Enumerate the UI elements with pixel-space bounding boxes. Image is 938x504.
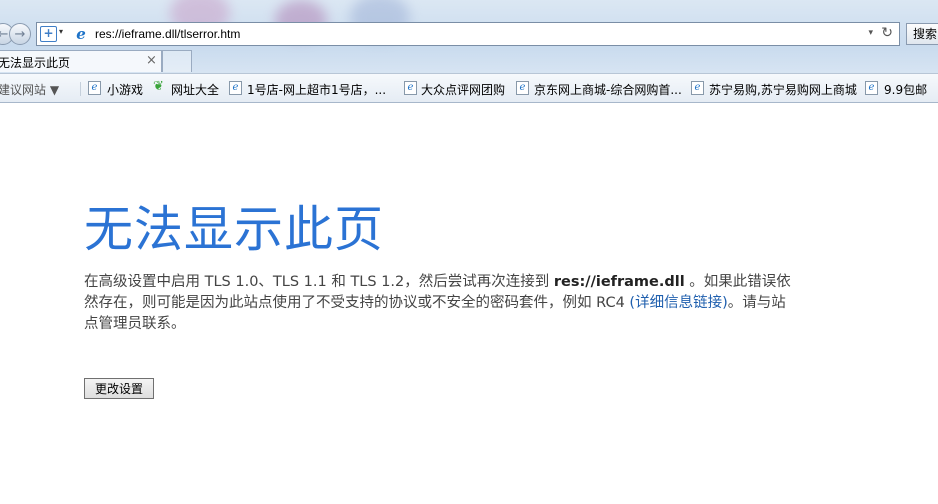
ie-page-icon: e xyxy=(404,81,417,95)
tab-close-icon[interactable]: × xyxy=(146,53,157,68)
forward-arrow-icon: → xyxy=(14,26,26,42)
new-tab-button[interactable] xyxy=(162,50,192,72)
favorites-item-99-free-shipping[interactable]: 9.9包邮 xyxy=(884,81,927,98)
favorites-item-suning[interactable]: 苏宁易购,苏宁易购网上商城 xyxy=(709,81,857,98)
favorites-item-suggested-sites[interactable]: 建议网站 ▼ xyxy=(0,81,59,98)
ie-page-icon: e xyxy=(516,81,529,95)
ie-logo-icon: e xyxy=(76,25,86,43)
back-arrow-icon: ← xyxy=(0,26,9,42)
favorites-item-yhd[interactable]: 1号店-网上超市1号店，... xyxy=(247,81,386,98)
error-title: 无法显示此页 xyxy=(84,201,385,258)
address-history-chevron-icon[interactable]: ▾ xyxy=(868,28,873,38)
error-text-part1: 在高级设置中启用 TLS 1.0、TLS 1.1 和 TLS 1.2，然后尝试再… xyxy=(84,274,554,290)
ie-page-icon: e xyxy=(691,81,704,95)
tab-active[interactable]: 无法显示此页 × xyxy=(0,50,162,72)
address-bar[interactable]: + ▾ e res://ieframe.dll/tlserror.htm ▾ ↻ xyxy=(36,22,900,46)
address-url[interactable]: res://ieframe.dll/tlserror.htm xyxy=(95,27,240,41)
ie-page-icon: e xyxy=(865,81,878,95)
favorites-item-jd[interactable]: 京东网上商城-综合网购首... xyxy=(534,81,682,98)
refresh-icon[interactable]: ↻ xyxy=(881,25,893,41)
favorites-item-url-directory[interactable]: 网址大全 xyxy=(171,81,219,98)
tab-title: 无法显示此页 xyxy=(0,56,71,70)
search-button[interactable]: 搜索 xyxy=(906,23,938,45)
favorites-bar: 建议网站 ▼ e 小游戏 ❦ 网址大全 e 1号店-网上超市1号店，... e … xyxy=(0,73,938,103)
add-favorite-icon[interactable]: + xyxy=(40,26,57,42)
ie-page-icon: e xyxy=(88,81,101,95)
change-settings-button[interactable]: 更改设置 xyxy=(84,378,154,399)
favorites-item-dianping[interactable]: 大众点评网团购 xyxy=(421,81,505,98)
details-link[interactable]: (详细信息链接) xyxy=(629,295,727,311)
ie-page-icon: e xyxy=(229,81,242,95)
green-leaf-icon: ❦ xyxy=(153,79,164,94)
forward-button[interactable]: → xyxy=(9,23,31,45)
favorites-item-games[interactable]: 小游戏 xyxy=(107,81,143,98)
error-description: 在高级设置中启用 TLS 1.0、TLS 1.1 和 TLS 1.2，然后尝试再… xyxy=(84,272,796,335)
error-url: res://ieframe.dll xyxy=(553,274,685,290)
favorites-separator xyxy=(80,82,81,96)
address-dropdown-icon[interactable]: ▾ xyxy=(59,27,63,36)
